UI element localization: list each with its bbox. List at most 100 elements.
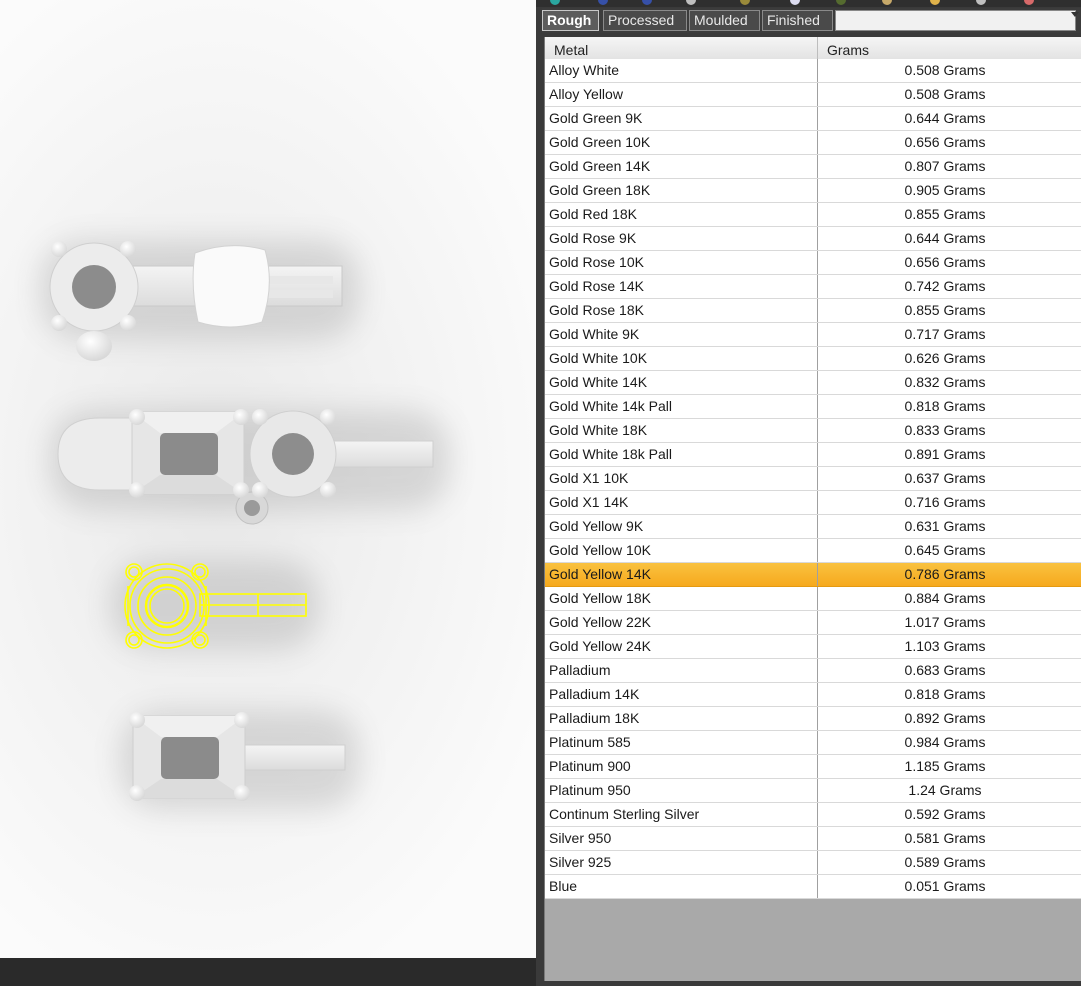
table-row[interactable]: Palladium 18K 0.892 Grams <box>545 707 1081 731</box>
table-row[interactable]: Platinum 900 1.185 Grams <box>545 755 1081 779</box>
table-row[interactable]: Continum Sterling Silver 0.592 Grams <box>545 803 1081 827</box>
tab-bar: Rough Processed Moulded Finished <box>542 8 1081 33</box>
table-row[interactable]: Gold X1 10K 0.637 Grams <box>545 467 1081 491</box>
grams-cell: 0.807 Grams <box>904 158 986 174</box>
table-row[interactable]: Gold Green 10K 0.656 Grams <box>545 131 1081 155</box>
grams-cell: 0.051 Grams <box>904 878 986 894</box>
table-row[interactable]: Gold Green 14K 0.807 Grams <box>545 155 1081 179</box>
metal-name-cell: Gold Yellow 9K <box>545 515 818 538</box>
metal-name-cell: Gold Yellow 18K <box>545 587 818 610</box>
metal-name-cell: Gold X1 10K <box>545 467 818 490</box>
metal-name-cell: Gold Yellow 22K <box>545 611 818 634</box>
table-row[interactable]: Gold White 18K 0.833 Grams <box>545 419 1081 443</box>
table-row[interactable]: Gold Yellow 24K 1.103 Grams <box>545 635 1081 659</box>
table-row[interactable]: Gold White 10K 0.626 Grams <box>545 347 1081 371</box>
toolbar-icon[interactable] <box>550 0 560 5</box>
table-row[interactable]: Blue 0.051 Grams <box>545 875 1081 899</box>
table-row[interactable]: Gold Red 18K 0.855 Grams <box>545 203 1081 227</box>
tab-strip-empty <box>835 10 1076 31</box>
grams-cell: 0.508 Grams <box>904 62 986 78</box>
table-row[interactable]: Gold Rose 18K 0.855 Grams <box>545 299 1081 323</box>
table-row[interactable]: Silver 950 0.581 Grams <box>545 827 1081 851</box>
toolbar-strip <box>536 0 1081 7</box>
grams-cell: 1.185 Grams <box>904 758 986 774</box>
grams-cell: 0.855 Grams <box>904 302 986 318</box>
grams-cell: 0.884 Grams <box>904 590 986 606</box>
grams-cell: 0.717 Grams <box>904 326 986 342</box>
grams-cell: 0.892 Grams <box>904 710 986 726</box>
grams-cell: 1.103 Grams <box>904 638 986 654</box>
metal-name-cell: Gold White 10K <box>545 347 818 370</box>
table-row[interactable]: Palladium 0.683 Grams <box>545 659 1081 683</box>
table-row[interactable]: Platinum 585 0.984 Grams <box>545 731 1081 755</box>
grams-cell: 0.508 Grams <box>904 86 986 102</box>
metal-weight-table: Metal Grams Alloy White 0.508 Grams Alloy … <box>544 37 1081 981</box>
table-row[interactable]: Gold White 14K 0.832 Grams <box>545 371 1081 395</box>
metal-name-cell: Gold Green 18K <box>545 179 818 202</box>
tab-finished[interactable]: Finished <box>762 10 833 31</box>
viewport-3d[interactable] <box>0 0 536 958</box>
grams-cell: 0.644 Grams <box>904 110 986 126</box>
grams-cell: 0.656 Grams <box>904 254 986 270</box>
table-row[interactable]: Gold White 14k Pall 0.818 Grams <box>545 395 1081 419</box>
table-header: Metal Grams <box>545 37 1081 60</box>
metal-name-cell: Gold Green 9K <box>545 107 818 130</box>
grams-cell: 0.592 Grams <box>904 806 986 822</box>
table-row[interactable]: Gold Rose 14K 0.742 Grams <box>545 275 1081 299</box>
toolbar-icon[interactable] <box>642 0 652 5</box>
table-row[interactable]: Gold Yellow 10K 0.645 Grams <box>545 539 1081 563</box>
grams-cell: 0.984 Grams <box>904 734 986 750</box>
chevron-down-icon[interactable] <box>1071 12 1079 17</box>
metal-name-cell: Silver 950 <box>545 827 818 850</box>
metal-name-cell: Alloy White <box>545 59 818 82</box>
column-header-metal[interactable]: Metal <box>545 37 818 59</box>
table-row[interactable]: Alloy Yellow 0.508 Grams <box>545 83 1081 107</box>
grams-cell: 1.24 Grams <box>908 782 982 798</box>
grams-cell: 0.786 Grams <box>904 566 986 582</box>
table-row[interactable]: Gold Green 18K 0.905 Grams <box>545 179 1081 203</box>
tab-moulded[interactable]: Moulded <box>689 10 760 31</box>
table-row[interactable]: Gold Yellow 9K 0.631 Grams <box>545 515 1081 539</box>
table-row[interactable]: Platinum 950 1.24 Grams <box>545 779 1081 803</box>
metal-name-cell: Gold Rose 18K <box>545 299 818 322</box>
grams-cell: 0.637 Grams <box>904 470 986 486</box>
toolbar-icon[interactable] <box>882 0 892 5</box>
tab-processed[interactable]: Processed <box>603 10 687 31</box>
table-row[interactable]: Gold Rose 10K 0.656 Grams <box>545 251 1081 275</box>
toolbar-icon[interactable] <box>740 0 750 5</box>
toolbar-icon[interactable] <box>1024 0 1034 5</box>
table-row[interactable]: Gold White 18k Pall 0.891 Grams <box>545 443 1081 467</box>
toolbar-icon[interactable] <box>790 0 800 5</box>
toolbar-icon[interactable] <box>930 0 940 5</box>
grams-cell: 0.891 Grams <box>904 446 986 462</box>
grams-cell: 0.683 Grams <box>904 662 986 678</box>
metal-name-cell: Gold White 14K <box>545 371 818 394</box>
grams-cell: 0.631 Grams <box>904 518 986 534</box>
metal-name-cell: Gold Yellow 10K <box>545 539 818 562</box>
toolbar-icon[interactable] <box>598 0 608 5</box>
table-row[interactable]: Gold Rose 9K 0.644 Grams <box>545 227 1081 251</box>
metal-name-cell: Gold White 18K <box>545 419 818 442</box>
toolbar-icon[interactable] <box>836 0 846 5</box>
grams-cell: 0.905 Grams <box>904 182 986 198</box>
metal-name-cell: Platinum 585 <box>545 731 818 754</box>
toolbar-icon[interactable] <box>686 0 696 5</box>
grams-cell: 0.645 Grams <box>904 542 986 558</box>
table-row[interactable]: Gold White 9K 0.717 Grams <box>545 323 1081 347</box>
table-row[interactable]: Silver 925 0.589 Grams <box>545 851 1081 875</box>
table-row[interactable]: Alloy White 0.508 Grams <box>545 59 1081 83</box>
table-row[interactable]: Palladium 14K 0.818 Grams <box>545 683 1081 707</box>
tab-rough[interactable]: Rough <box>542 10 599 31</box>
toolbar-icon[interactable] <box>976 0 986 5</box>
table-row[interactable]: Gold Yellow 18K 0.884 Grams <box>545 587 1081 611</box>
table-row[interactable]: Gold Yellow 22K 1.017 Grams <box>545 611 1081 635</box>
metal-name-cell: Continum Sterling Silver <box>545 803 818 826</box>
metal-name-cell: Platinum 950 <box>545 779 818 802</box>
table-row-selected[interactable]: Gold Yellow 14K 0.786 Grams <box>545 563 1081 587</box>
metal-name-cell: Gold Rose 10K <box>545 251 818 274</box>
viewport-canvas[interactable] <box>0 0 536 958</box>
column-header-grams[interactable]: Grams <box>818 37 1081 59</box>
table-row[interactable]: Gold Green 9K 0.644 Grams <box>545 107 1081 131</box>
table-row[interactable]: Gold X1 14K 0.716 Grams <box>545 491 1081 515</box>
metal-weight-panel: Rough Processed Moulded Finished Metal G… <box>536 0 1081 986</box>
